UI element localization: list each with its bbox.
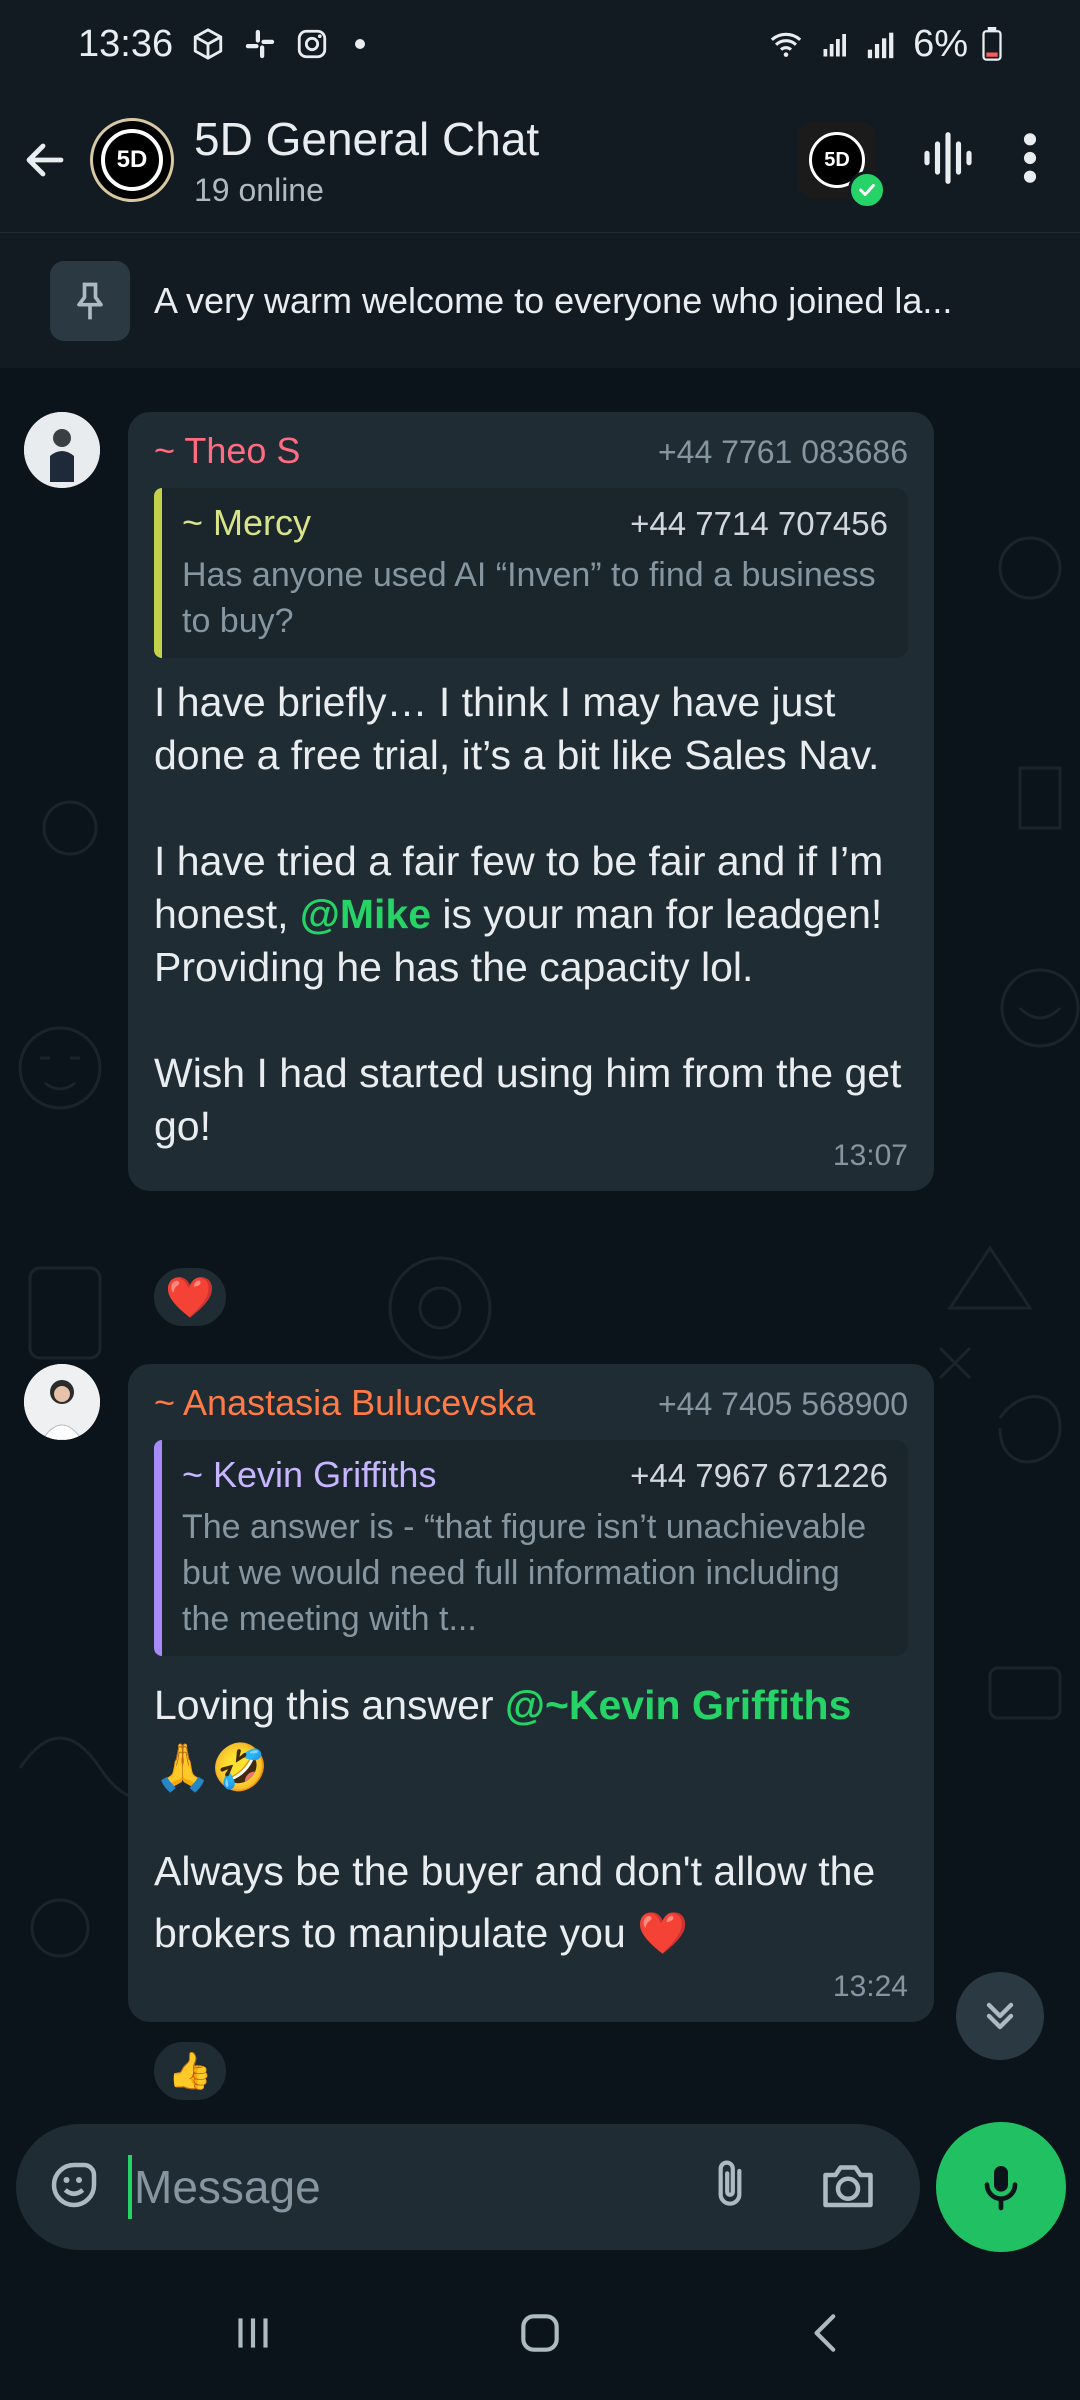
- message-paragraph: I have tried a fair few to be fair and i…: [154, 838, 884, 990]
- camera-button[interactable]: [818, 2155, 878, 2220]
- kebab-menu-icon: [1023, 132, 1037, 183]
- message-text: I have briefly… I think I may have just …: [154, 676, 908, 1153]
- pinned-message-bar[interactable]: A very warm welcome to everyone who join…: [0, 232, 1080, 368]
- paperclip-icon: [718, 2160, 742, 2206]
- quoted-sender-phone: +44 7967 671226: [630, 1457, 888, 1494]
- community-avatar-button[interactable]: 5D: [798, 121, 886, 209]
- message-list[interactable]: ~ Theo S +44 7761 083686 ~ Mercy +44 771…: [0, 368, 1080, 2108]
- message-paragraph: Loving this answer @~Kevin Griffiths 🙏🤣: [154, 1682, 852, 1793]
- online-count: 19 online: [194, 171, 324, 208]
- chat-title: 5D General Chat: [194, 112, 540, 165]
- attach-button[interactable]: [702, 2155, 758, 2220]
- message-paragraph: Always be the buyer and don't allow the …: [154, 1848, 876, 1956]
- quoted-sender-phone: +44 7714 707456: [630, 505, 888, 542]
- sender-avatar[interactable]: [24, 412, 100, 488]
- message-composer: Message: [16, 2124, 920, 2250]
- signal-icon: [823, 34, 847, 57]
- wifi-icon: [770, 32, 802, 57]
- thumbs-up-reaction-icon: 👍: [167, 2050, 213, 2091]
- battery-percent: 6%: [913, 22, 968, 65]
- quoted-message[interactable]: ~ Mercy +44 7714 707456 Has anyone used …: [154, 488, 908, 658]
- pin-icon: [50, 260, 130, 341]
- sender-name[interactable]: ~ Anastasia Bulucevska: [154, 1382, 535, 1424]
- sticker-button[interactable]: [44, 2155, 104, 2220]
- text-cursor: [128, 2155, 132, 2219]
- emoji-pray-laugh: 🙏🤣: [154, 1741, 269, 1793]
- battery-icon: [982, 27, 1002, 61]
- reaction-badge[interactable]: ❤️: [150, 1264, 230, 1330]
- quoted-message[interactable]: ~ Kevin Griffiths +44 7967 671226 The an…: [154, 1440, 908, 1656]
- quoted-sender-name: ~ Kevin Griffiths: [182, 1454, 437, 1495]
- chevron-left-icon: [814, 2313, 835, 2352]
- recents-icon: [238, 2317, 268, 2348]
- sender-phone: +44 7405 568900: [657, 1386, 908, 1422]
- sticker-smile-icon: [51, 2162, 97, 2207]
- voice-chat-button[interactable]: [920, 130, 976, 191]
- reaction-badge[interactable]: 👍: [150, 2038, 230, 2104]
- pinned-message-text: A very warm welcome to everyone who join…: [154, 279, 953, 321]
- chat-header: 5D 5D General Chat 19 online 5D: [0, 88, 1080, 232]
- more-options-button[interactable]: [1020, 130, 1040, 191]
- system-back-button[interactable]: [802, 2308, 852, 2363]
- group-avatar[interactable]: 5D: [90, 118, 174, 202]
- chat-title-block[interactable]: 5D General Chat 19 online: [194, 112, 539, 209]
- check-icon: [848, 171, 886, 209]
- scroll-to-bottom-button[interactable]: [956, 1972, 1044, 2060]
- audio-wave-icon: [924, 131, 972, 184]
- message-time: 13:07: [832, 1139, 908, 1172]
- system-navigation-bar: [0, 2270, 1080, 2400]
- mention-link[interactable]: @Mike: [300, 891, 431, 937]
- recent-apps-button[interactable]: [228, 2308, 278, 2363]
- message-text: Loving this answer @~Kevin Griffiths 🙏🤣 A…: [154, 1674, 908, 1964]
- message-paragraph: I have briefly… I think I may have just …: [154, 679, 880, 778]
- back-button[interactable]: [0, 88, 90, 232]
- signal-roaming-icon: [867, 32, 894, 59]
- slack-icon: [245, 29, 275, 59]
- heart-reaction-icon: ❤️: [165, 1275, 215, 1320]
- message-input[interactable]: Message: [134, 2160, 321, 2214]
- message-bubble[interactable]: ~ Theo S +44 7761 083686 ~ Mercy +44 771…: [128, 412, 934, 1191]
- instagram-icon: [297, 29, 327, 59]
- sender-phone: +44 7761 083686: [657, 434, 908, 470]
- camera-icon: [823, 2164, 873, 2207]
- status-time: 13:36: [78, 22, 174, 65]
- status-bar: 13:36 6%: [0, 0, 1080, 88]
- home-square-icon: [521, 2313, 559, 2352]
- cube-icon: [193, 28, 223, 60]
- sender-avatar[interactable]: [24, 1364, 100, 1440]
- double-chevron-down-icon: [986, 2002, 1014, 2030]
- quoted-sender-name: ~ Mercy: [182, 502, 312, 543]
- voice-record-button[interactable]: [936, 2122, 1066, 2252]
- mention-link[interactable]: @~Kevin Griffiths: [505, 1682, 851, 1728]
- microphone-icon: [984, 2166, 1018, 2211]
- home-button[interactable]: [515, 2308, 565, 2363]
- message-time: 13:24: [832, 1970, 908, 2003]
- message-paragraph: Wish I had started using him from the ge…: [154, 1050, 902, 1149]
- message-bubble[interactable]: ~ Anastasia Bulucevska +44 7405 568900 ~…: [128, 1364, 934, 2022]
- notification-dot-icon: [355, 39, 366, 49]
- arrow-left-icon: [26, 143, 64, 177]
- sender-name[interactable]: ~ Theo S: [154, 430, 300, 472]
- quoted-text: Has anyone used AI “Inven” to find a bus…: [182, 556, 876, 640]
- quoted-text: The answer is - “that figure isn’t unach…: [182, 1508, 867, 1638]
